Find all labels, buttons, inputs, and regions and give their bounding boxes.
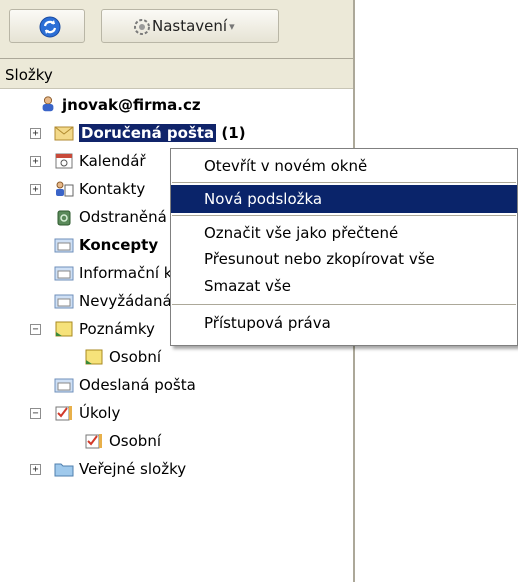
tree-item-public[interactable]: + Veřejné složky [0,455,353,483]
notes-personal-label: Osobní [109,348,161,366]
tree-item-deleted[interactable]: Odstraněná pošta [0,203,170,231]
inbox-unread-count: (1) [221,124,246,142]
expand-icon[interactable]: + [30,464,41,475]
tree-item-drafts[interactable]: Koncepty [0,231,170,259]
deleted-label: Odstraněná pošta [79,208,170,226]
folder-mail-icon [54,378,74,393]
calendar-label: Kalendář [79,152,146,170]
refresh-icon [39,16,61,38]
tasks-icon [55,406,72,421]
drafts-label: Koncepty [79,236,159,254]
folder-icon [54,463,74,477]
expand-icon[interactable]: + [30,128,41,139]
toolbar: Nastavení ▾ [0,0,354,58]
notes-icon [85,349,103,365]
tree-item-contacts[interactable]: + Kontakty [0,175,170,203]
public-label: Veřejné složky [79,460,187,478]
context-menu: Otevřít v novém okně Nová podsložka Ozna… [170,148,518,346]
tree-item-inbox[interactable]: + Doručená pošta (1) [0,119,353,147]
refresh-button[interactable] [9,9,85,43]
menu-item-new-subfolder[interactable]: Nová podsložka [171,185,517,213]
collapse-icon[interactable]: − [30,324,41,335]
folders-header: Složky [0,59,353,89]
trash-icon [57,210,71,226]
account-label: jnovak@firma.cz [62,96,201,114]
menu-item-mark-all-read[interactable]: Označit vše jako přečtené [171,219,517,247]
menu-item-access-rights[interactable]: Přístupová práva [171,309,517,337]
gear-icon [134,19,150,35]
collapse-icon[interactable]: − [30,408,41,419]
folder-mail-icon [54,294,74,309]
tree-item-tasks[interactable]: − Úkoly [0,399,353,427]
folder-mail-icon [54,238,74,253]
menu-item-open-new-window[interactable]: Otevřít v novém okně [171,152,517,180]
tasks-icon [85,434,102,449]
info-label: Informační kanály [79,264,170,282]
contacts-label: Kontakty [79,180,146,198]
settings-label: Nastavení [152,17,228,35]
expand-icon[interactable]: + [30,184,41,195]
tree-item-account[interactable]: jnovak@firma.cz [0,91,353,119]
inbox-icon [54,126,74,141]
menu-separator [172,304,516,305]
tree-item-tasks-personal[interactable]: Osobní [0,427,353,455]
tree-item-sent[interactable]: Odeslaná pošta [0,371,353,399]
menu-item-move-copy-all[interactable]: Přesunout nebo zkopírovat vše [171,245,517,273]
tree-item-notes-personal[interactable]: Osobní [0,343,353,371]
folder-mail-icon [54,266,74,281]
settings-button[interactable]: Nastavení ▾ [101,9,279,43]
tree-item-calendar[interactable]: + Kalendář [0,147,170,175]
notes-label: Poznámky [79,320,155,338]
user-icon [42,96,54,112]
tree-item-info[interactable]: Informační kanály [0,259,170,287]
inbox-label: Doručená pošta [79,124,217,142]
tasks-personal-label: Osobní [109,432,161,450]
chevron-down-icon: ▾ [229,19,235,33]
contacts-icon [56,181,74,197]
tasks-label: Úkoly [79,404,121,422]
menu-separator [172,215,516,216]
menu-separator [172,182,516,183]
expand-icon[interactable]: + [30,156,41,167]
notes-icon [55,321,73,337]
sent-label: Odeslaná pošta [79,376,196,394]
menu-item-delete-all[interactable]: Smazat vše [171,272,517,300]
calendar-icon [55,153,73,169]
